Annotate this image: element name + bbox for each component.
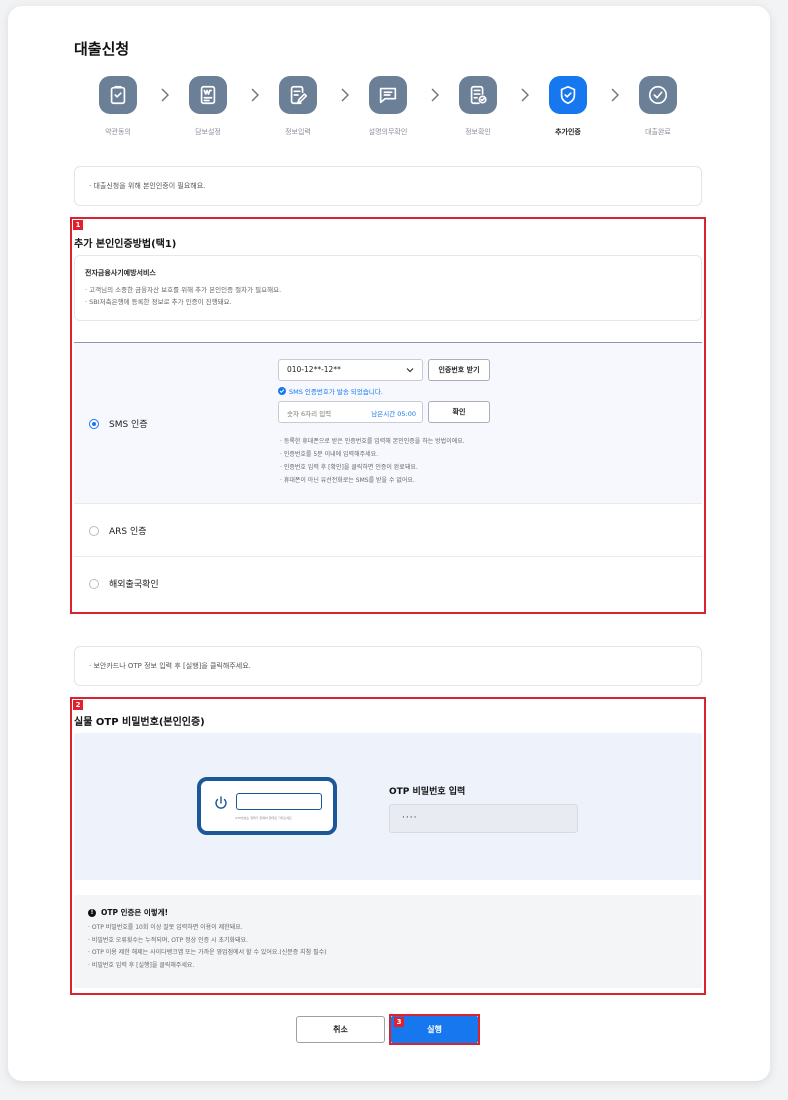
sent-message-text: SMS 인증번호가 발송 되었습니다. xyxy=(289,388,383,396)
sent-message: SMS 인증번호가 발송 되었습니다. xyxy=(278,386,383,396)
shield-check-icon xyxy=(549,76,587,114)
timer-text: 남은시간 05:00 xyxy=(371,410,416,418)
marker-badge: 1 xyxy=(73,220,83,230)
chevron-right-icon xyxy=(611,88,619,102)
otp-device-caption: OTP번호는 형태가 판매처 형태로 가져오세요 xyxy=(235,816,292,820)
otp-panel xyxy=(74,733,702,880)
radio-button[interactable] xyxy=(89,418,99,429)
document-won-icon xyxy=(189,76,227,114)
row-divider xyxy=(74,556,702,557)
section-title: 추가 본인인증방법(택1) xyxy=(74,239,177,250)
guide-line: · 등록한 휴대폰으로 받은 인증번호를 입력해 본인인증을 하는 방법이에요. xyxy=(280,438,465,445)
step-info-confirm: 정보확인 xyxy=(448,76,508,137)
checklist-icon xyxy=(99,76,137,114)
marker-badge: 3 xyxy=(394,1017,404,1027)
circle-check-icon xyxy=(639,76,677,114)
step-label: 담보설정 xyxy=(195,128,221,136)
info-title: 전자금융사기예방서비스 xyxy=(85,269,156,277)
chevron-right-icon xyxy=(521,88,529,102)
radio-button[interactable] xyxy=(89,578,99,589)
row-divider xyxy=(74,503,702,504)
otp-input-label: OTP 비밀번호 입력 xyxy=(389,787,466,797)
document-check-icon xyxy=(459,76,497,114)
step-label: 정보확인 xyxy=(465,128,491,136)
phone-select[interactable]: 010-12**-12** xyxy=(278,359,423,381)
power-icon xyxy=(215,796,227,809)
chevron-right-icon xyxy=(431,88,439,102)
step-label: 설명의무확인 xyxy=(368,128,408,136)
page-title: 대출신청 xyxy=(74,40,130,58)
info-line: · SBI저축은행에 등록한 정보로 추가 인증이 진행돼요. xyxy=(85,298,232,306)
step-label: 약관동의 xyxy=(105,128,131,136)
edit-document-icon xyxy=(279,76,317,114)
help-line: · 비밀번호 오류횟수는 누적되며, OTP 정상 인증 시 초기화돼요. xyxy=(88,936,248,944)
guide-line: · 인증번호를 5분 이내에 입력해주세요. xyxy=(280,451,379,458)
sms-guide: · 등록한 휴대폰으로 받은 인증번호를 입력해 본인인증을 하는 방법이에요.… xyxy=(280,435,465,487)
otp-help-box: ! OTP 인증은 이렇게! · OTP 비밀번호를 10회 이상 잘못 입력하… xyxy=(74,895,702,988)
otp-help-title-text: OTP 인증은 이렇게! xyxy=(101,908,169,917)
help-line: · OTP 이용 제한 해제는 사이다뱅크앱 또는 가까운 영업점에서 할 수 … xyxy=(88,949,327,956)
otp-password-input[interactable]: ···· xyxy=(389,804,578,833)
option-sms[interactable]: SMS 인증 xyxy=(89,417,148,430)
chevron-right-icon xyxy=(161,88,169,102)
radio-button[interactable] xyxy=(89,525,99,536)
confirm-button[interactable]: 확인 xyxy=(428,401,490,423)
step-collateral: 담보설정 xyxy=(178,76,238,137)
help-line: · OTP 비밀번호를 10회 이상 잘못 입력하면 이용이 제한돼요. xyxy=(88,924,243,931)
progress-steps: 약관동의 담보설정 정보입력 설명의무확인 정보확인 추가인증 대출완료 xyxy=(88,76,688,146)
option-label: 해외출국확인 xyxy=(109,580,159,590)
guide-line: · 휴대폰이 아닌 유선전화로는 SMS를 받을 수 없어요. xyxy=(280,477,415,484)
section-title: 실물 OTP 비밀번호(본인인증) xyxy=(74,717,205,728)
step-info-input: 정보입력 xyxy=(268,76,328,137)
step-terms: 약관동의 xyxy=(88,76,148,137)
request-code-button[interactable]: 인증번호 받기 xyxy=(428,359,490,381)
option-ars[interactable]: ARS 인증 xyxy=(89,524,147,537)
option-label: ARS 인증 xyxy=(109,527,147,537)
chevron-right-icon xyxy=(251,88,259,102)
option-overseas[interactable]: 해외출국확인 xyxy=(89,577,159,590)
message-icon xyxy=(369,76,407,114)
otp-device-screen xyxy=(236,793,322,810)
option-label: SMS 인증 xyxy=(109,420,148,430)
step-additional-auth: 추가인증 xyxy=(538,76,598,137)
cancel-button[interactable]: 취소 xyxy=(296,1016,385,1043)
step-complete: 대출완료 xyxy=(628,76,688,137)
notice-box: · 대출신청을 위해 본인인증이 필요해요. xyxy=(74,166,702,206)
chevron-right-icon xyxy=(341,88,349,102)
notice-box: · 보안카드나 OTP 정보 입력 후 [실행]을 클릭해주세요. xyxy=(74,646,702,686)
step-label: 정보입력 xyxy=(285,128,311,136)
phone-value: 010-12**-12** xyxy=(287,365,341,374)
otp-help-title: ! OTP 인증은 이렇게! xyxy=(88,907,688,918)
check-circle-icon xyxy=(278,387,286,395)
step-explanation: 설명의무확인 xyxy=(358,76,418,137)
info-card: 전자금융사기예방서비스 · 고객님의 소중한 금융자산 보호를 위해 추가 본인… xyxy=(74,255,702,321)
otp-device-illustration: OTP번호는 형태가 판매처 형태로 가져오세요 xyxy=(197,777,337,835)
run-button[interactable]: 실행 xyxy=(391,1016,478,1043)
step-label: 추가인증 xyxy=(555,128,581,136)
step-label: 대출완료 xyxy=(645,128,671,136)
marker-badge: 2 xyxy=(73,700,83,710)
info-line: · 고객님의 소중한 금융자산 보호를 위해 추가 본인인증 절차가 필요해요. xyxy=(85,286,282,294)
info-icon: ! xyxy=(88,908,96,917)
chevron-down-icon xyxy=(406,368,414,373)
code-input[interactable]: 숫자 6자리 입력 남은시간 05:00 xyxy=(278,401,423,423)
guide-line: · 인증번호 입력 후 [확인]을 클릭하면 인증이 완료돼요. xyxy=(280,464,418,471)
help-line: · 비밀번호 입력 후 [실행]을 클릭해주세요. xyxy=(88,961,195,969)
code-placeholder: 숫자 6자리 입력 xyxy=(287,410,332,418)
